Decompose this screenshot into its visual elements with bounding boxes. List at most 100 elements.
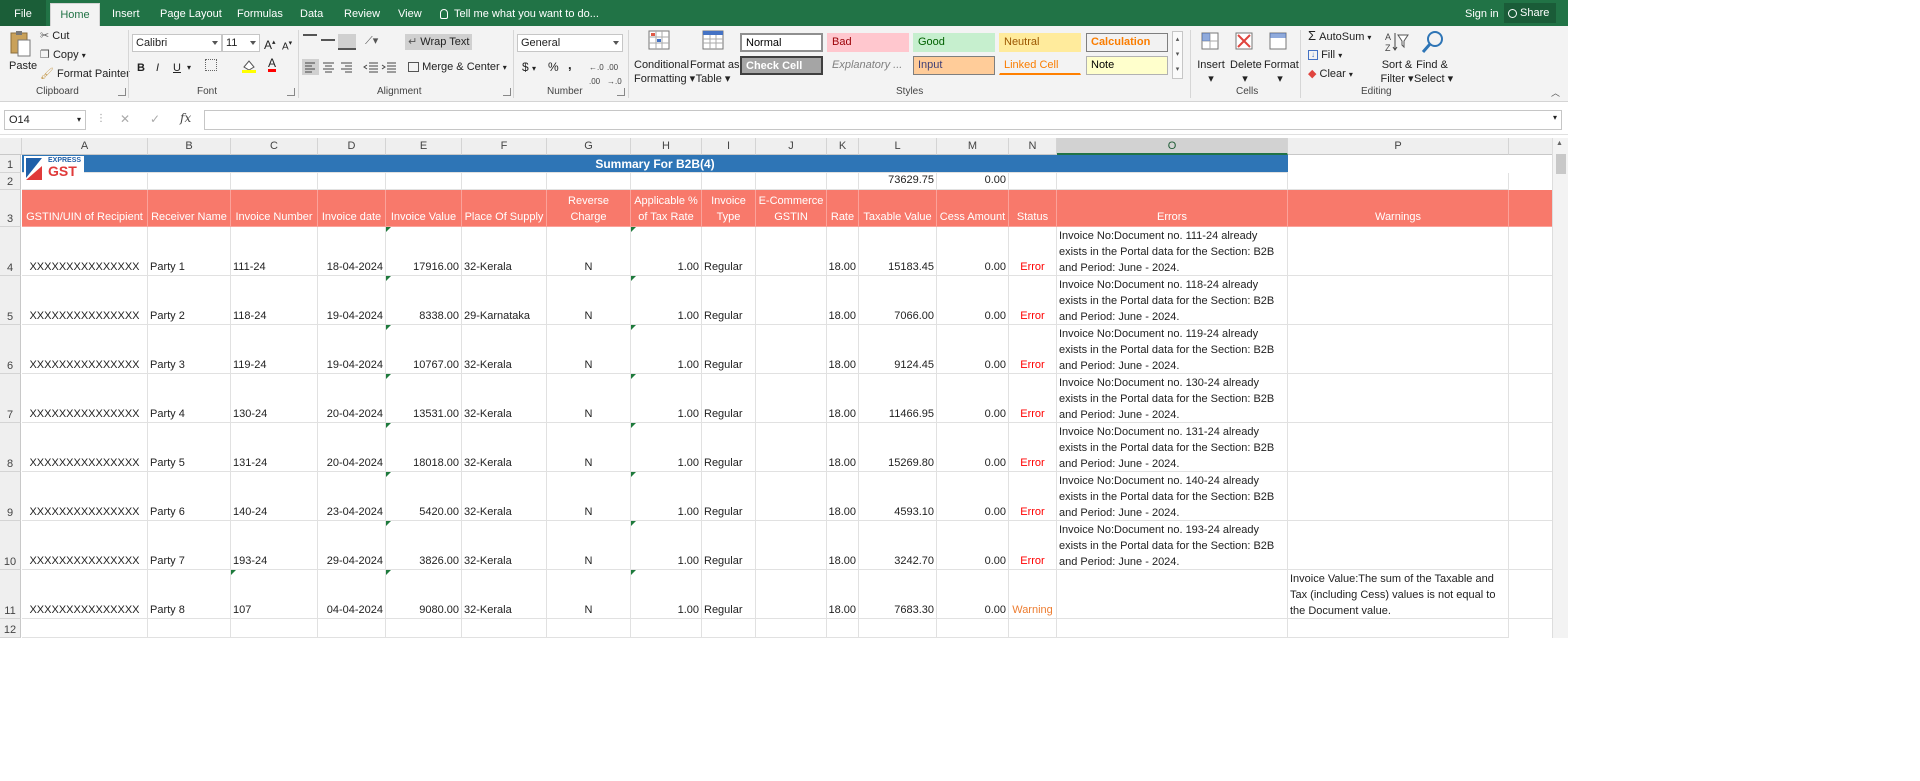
cell-pos-1[interactable]: 32-Kerala xyxy=(462,227,547,276)
cell-status-1[interactable]: Error xyxy=(1009,227,1057,276)
tell-me-box[interactable]: Tell me what you want to do... xyxy=(440,0,599,26)
align-top-icon[interactable] xyxy=(303,34,317,46)
cell-taxable-5[interactable]: 15269.80 xyxy=(859,423,937,472)
tab-page-layout[interactable]: Page Layout xyxy=(160,0,222,26)
cell-status-4[interactable]: Error xyxy=(1009,374,1057,423)
cell-taxable-8[interactable]: 7683.30 xyxy=(859,570,937,619)
cell-r2-o[interactable] xyxy=(1057,173,1288,190)
select-all-corner[interactable] xyxy=(0,138,22,155)
cell-value-7[interactable]: 3826.00 xyxy=(386,521,462,570)
row-header-12[interactable]: 12 xyxy=(0,619,21,638)
scroll-up-icon[interactable]: ▲ xyxy=(1556,140,1563,147)
autosum-button[interactable]: Σ AutoSum ▾ xyxy=(1308,29,1371,45)
cell-r2-h[interactable] xyxy=(631,173,702,190)
chevron-down-icon[interactable]: ▾ xyxy=(187,61,191,75)
cell-type-7[interactable]: Regular xyxy=(702,521,756,570)
cell-r2-f[interactable] xyxy=(462,173,547,190)
cell-rc-7[interactable]: N xyxy=(547,521,631,570)
column-header-c[interactable]: C xyxy=(231,138,318,155)
font-name-dropdown[interactable]: Calibri xyxy=(132,34,222,52)
cell-r12-b[interactable] xyxy=(148,619,231,638)
cell-ecom-7[interactable] xyxy=(756,521,827,570)
cell-warning-5[interactable] xyxy=(1288,423,1509,472)
cell-inv-7[interactable]: 193-24 xyxy=(231,521,318,570)
conditional-formatting-button[interactable]: Conditional Formatting ▾ xyxy=(634,58,695,86)
cell-cess-7[interactable]: 0.00 xyxy=(937,521,1009,570)
cell-name-3[interactable]: Party 3 xyxy=(148,325,231,374)
column-header-e[interactable]: E xyxy=(386,138,462,155)
cell-warning-4[interactable] xyxy=(1288,374,1509,423)
conditional-formatting-icon[interactable] xyxy=(648,29,672,53)
spreadsheet-grid[interactable]: A B C D E F G H I J K L M N O P 1 2 3 4 5 6 7 8 9 10 11 12 EXPRESS GS… xyxy=(0,138,1552,638)
cell-status-2[interactable]: Error xyxy=(1009,276,1057,325)
delete-cells-button[interactable]: Delete ▾ xyxy=(1230,58,1262,86)
cell-date-4[interactable]: 20-04-2024 xyxy=(318,374,386,423)
cell-r2-d[interactable] xyxy=(318,173,386,190)
cell-r12-h[interactable] xyxy=(631,619,702,638)
formula-input[interactable]: ▾ xyxy=(204,110,1562,130)
style-input[interactable]: Input xyxy=(913,56,995,75)
find-select-button[interactable]: Find & Select ▾ xyxy=(1414,58,1453,86)
align-right-icon[interactable] xyxy=(338,59,355,75)
row-header-11[interactable]: 11 xyxy=(0,570,21,619)
cell-rc-3[interactable]: N xyxy=(547,325,631,374)
row-header-9[interactable]: 9 xyxy=(0,472,21,521)
cell-ecom-4[interactable] xyxy=(756,374,827,423)
cell-name-4[interactable]: Party 4 xyxy=(148,374,231,423)
orientation-icon[interactable]: ⟋▾ xyxy=(365,34,378,48)
cell-rc-4[interactable]: N xyxy=(547,374,631,423)
header-taxable-value[interactable]: Taxable Value xyxy=(859,190,937,227)
cell-date-3[interactable]: 19-04-2024 xyxy=(318,325,386,374)
cell-status-7[interactable]: Error xyxy=(1009,521,1057,570)
cell-rate-6[interactable]: 18.00 xyxy=(827,472,859,521)
header-status[interactable]: Status xyxy=(1009,190,1057,227)
total-cess-amount[interactable]: 0.00 xyxy=(937,173,1009,190)
cell-name-6[interactable]: Party 6 xyxy=(148,472,231,521)
increase-indent-icon[interactable] xyxy=(381,59,398,75)
cell-taxable-1[interactable]: 15183.45 xyxy=(859,227,937,276)
cell-error-4[interactable]: Invoice No:Document no. 130-24 already e… xyxy=(1057,374,1288,423)
styles-scroll-icon[interactable]: ▴ ▾ ▾ xyxy=(1172,31,1183,79)
cell-app-2[interactable]: 1.00 xyxy=(631,276,702,325)
column-header-d[interactable]: D xyxy=(318,138,386,155)
cell-r2-e[interactable] xyxy=(386,173,462,190)
cell-date-8[interactable]: 04-04-2024 xyxy=(318,570,386,619)
cell-inv-8[interactable]: 107 xyxy=(231,570,318,619)
align-middle-icon[interactable] xyxy=(321,39,335,41)
cell-app-8[interactable]: 1.00 xyxy=(631,570,702,619)
cell-r2-b[interactable] xyxy=(148,173,231,190)
cell-r12-p[interactable] xyxy=(1288,619,1509,638)
scroll-thumb[interactable] xyxy=(1556,154,1566,174)
style-bad[interactable]: Bad xyxy=(827,33,909,52)
cell-r12-g[interactable] xyxy=(547,619,631,638)
cell-name-5[interactable]: Party 5 xyxy=(148,423,231,472)
decrease-indent-icon[interactable] xyxy=(363,59,380,75)
cell-inv-1[interactable]: 111-24 xyxy=(231,227,318,276)
header-invoice-type[interactable]: Invoice Type xyxy=(702,190,756,227)
number-launcher-icon[interactable] xyxy=(617,88,625,96)
cell-r2-i[interactable] xyxy=(702,173,756,190)
cell-rc-2[interactable]: N xyxy=(547,276,631,325)
cell-type-1[interactable]: Regular xyxy=(702,227,756,276)
align-bottom-icon[interactable] xyxy=(338,34,356,50)
percent-button[interactable]: % xyxy=(548,60,559,74)
style-good[interactable]: Good xyxy=(913,33,995,52)
tab-view[interactable]: View xyxy=(398,0,422,26)
cell-r12-m[interactable] xyxy=(937,619,1009,638)
style-explanatory[interactable]: Explanatory ... xyxy=(827,56,909,75)
header-e-commerce-gstin[interactable]: E-Commerce GSTIN xyxy=(756,190,827,227)
header-rate[interactable]: Rate xyxy=(827,190,859,227)
cell-r12-l[interactable] xyxy=(859,619,937,638)
cell-value-1[interactable]: 17916.00 xyxy=(386,227,462,276)
cell-cess-3[interactable]: 0.00 xyxy=(937,325,1009,374)
cell-app-6[interactable]: 1.00 xyxy=(631,472,702,521)
row-header-8[interactable]: 8 xyxy=(0,423,21,472)
comma-button[interactable]: , xyxy=(568,58,572,72)
cell-ecom-8[interactable] xyxy=(756,570,827,619)
cell-r12-d[interactable] xyxy=(318,619,386,638)
format-painter-button[interactable]: 🖌 Format Painter xyxy=(40,67,130,81)
clipboard-launcher-icon[interactable] xyxy=(118,88,126,96)
cell-cess-1[interactable]: 0.00 xyxy=(937,227,1009,276)
row-header-5[interactable]: 5 xyxy=(0,276,21,325)
currency-button[interactable]: $ ▾ xyxy=(522,60,536,76)
